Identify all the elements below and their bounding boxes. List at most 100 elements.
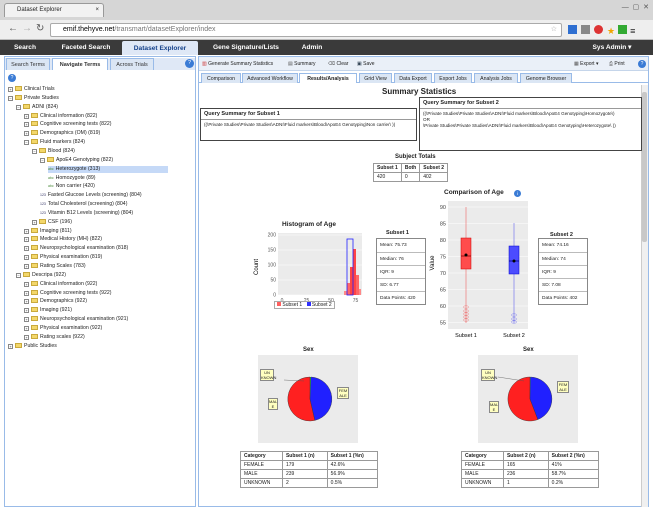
clear-button[interactable]: ⌫ Clear xyxy=(328,60,348,69)
tree-node[interactable]: + Imaging (921) xyxy=(24,307,72,314)
expand-icon[interactable]: + xyxy=(24,325,29,331)
expand-icon[interactable]: + xyxy=(8,343,13,349)
tree-node[interactable]: + Rating Scales (783) xyxy=(24,263,86,270)
tree-node[interactable]: + Neuropsychological examination (921) xyxy=(24,316,128,323)
tree-node[interactable]: 123 Vitamin B12 Levels (screening) (804) xyxy=(40,210,133,217)
reload-icon[interactable]: ↻ xyxy=(36,23,44,34)
tree-node[interactable]: abc Heterozygote (313) xyxy=(48,165,168,173)
back-icon[interactable]: ← xyxy=(8,23,18,34)
tree-node[interactable]: + Clinical information (922) xyxy=(24,280,97,288)
expand-icon[interactable]: + xyxy=(24,131,29,137)
expand-icon[interactable]: + xyxy=(8,87,13,92)
tab-analysis-jobs[interactable]: Analysis Jobs xyxy=(474,73,518,83)
tab-results-analysis[interactable]: Results/Analysis xyxy=(299,73,357,83)
bookmark-star-icon[interactable]: ☆ xyxy=(551,24,557,36)
tree-node[interactable]: − ApoE4 Genotyping (822) xyxy=(40,156,113,164)
tree-node[interactable]: abc Homozygote (89) xyxy=(48,175,95,182)
help-icon-right[interactable]: ? xyxy=(638,60,646,68)
info-icon[interactable]: ? xyxy=(8,74,16,82)
tree-node[interactable]: + Clinical Trials xyxy=(8,86,55,93)
help-icon[interactable]: ? xyxy=(185,59,194,68)
save-button[interactable]: ▣ Save xyxy=(357,60,375,69)
tree-node[interactable]: + Physical examination (922) xyxy=(24,324,102,332)
pie2-label-male: MAL E xyxy=(489,401,499,413)
collapse-icon[interactable]: − xyxy=(8,95,13,101)
tree-node[interactable]: abc Non carrier (420) xyxy=(48,183,95,190)
extension-blue-icon[interactable] xyxy=(568,25,577,34)
expand-icon[interactable]: + xyxy=(24,290,29,296)
tree-node[interactable]: − Fluid markers (824) xyxy=(24,139,85,146)
generate-summary-button[interactable]: ▥ Generate Summary Statistics xyxy=(202,60,273,69)
tab-export-jobs[interactable]: Export Jobs xyxy=(434,73,472,83)
expand-icon[interactable]: + xyxy=(24,264,29,269)
nav-faceted-search[interactable]: Faceted Search xyxy=(50,40,122,55)
collapse-icon[interactable]: − xyxy=(16,104,21,110)
browser-tab[interactable]: Dataset Explorer × xyxy=(4,3,104,17)
tab-comparison[interactable]: Comparison xyxy=(201,73,241,83)
minimize-icon[interactable]: — xyxy=(622,4,629,11)
tree-node[interactable]: + Cognitive screening tests (922) xyxy=(24,289,112,297)
tree-node[interactable]: + CSF (196) xyxy=(32,218,72,226)
tree-node[interactable]: − ADNI (824) xyxy=(16,103,58,111)
expand-icon[interactable]: + xyxy=(24,246,29,252)
tree-node[interactable]: + Clinical information (822) xyxy=(24,112,97,120)
maximize-icon[interactable]: ▢ xyxy=(633,4,640,11)
user-menu[interactable]: Sys Admin ▾ xyxy=(582,40,642,55)
tree-node[interactable]: + Medical History (MH) (822) xyxy=(24,236,102,243)
tree-node[interactable]: + Public Studies xyxy=(8,342,57,350)
tab-data-export[interactable]: Data Export xyxy=(394,73,432,83)
collapse-icon[interactable]: − xyxy=(16,272,21,278)
tree-node[interactable]: − Private Studies xyxy=(8,94,59,102)
scrollbar-thumb[interactable] xyxy=(642,92,647,242)
extension-green-icon[interactable] xyxy=(618,25,628,34)
expand-icon[interactable]: + xyxy=(24,255,29,261)
tree-node[interactable]: 123 Fasted Glucose Levels (screening) (80… xyxy=(40,192,142,199)
nav-admin[interactable]: Admin xyxy=(295,40,329,55)
expand-icon[interactable]: + xyxy=(24,228,29,234)
extension-red-icon[interactable] xyxy=(594,25,603,34)
tab-navigate-terms[interactable]: Navigate Terms xyxy=(52,58,108,70)
tree-node[interactable]: + Neuropsychological examination (818) xyxy=(24,245,128,252)
tree-node[interactable]: − Descripa (922) xyxy=(16,271,66,279)
collapse-icon[interactable]: − xyxy=(40,157,45,163)
tree-node[interactable]: + Demographics (OM) (819) xyxy=(24,130,100,137)
forward-icon[interactable]: → xyxy=(22,23,32,34)
expand-icon[interactable]: + xyxy=(24,308,29,314)
nav-search[interactable]: Search xyxy=(4,40,46,55)
tree-node[interactable]: + Imaging (811) xyxy=(24,227,72,235)
boxplot-ytick: 90 xyxy=(440,205,446,211)
menu-icon[interactable]: ≡ xyxy=(630,26,635,36)
nav-dataset-explorer[interactable]: Dataset Explorer xyxy=(122,41,198,55)
tree-node[interactable]: − Blood (824) xyxy=(32,147,75,155)
collapse-icon[interactable]: − xyxy=(24,140,29,146)
address-bar[interactable]: emif.thehyve.net/transmart/datasetExplor… xyxy=(50,23,562,37)
collapse-icon[interactable]: − xyxy=(32,148,37,154)
expand-icon[interactable]: + xyxy=(32,219,37,225)
expand-icon[interactable]: + xyxy=(24,237,29,243)
tab-across-trials[interactable]: Across Trials xyxy=(110,58,154,70)
tree-node[interactable]: + Physical examination (819) xyxy=(24,254,102,261)
tree-node[interactable]: + Cognitive screening tests (822) xyxy=(24,121,112,128)
tree-node[interactable]: + Demographics (922) xyxy=(24,298,87,305)
print-button[interactable]: ⎙ Print xyxy=(609,60,625,69)
tab-grid-view[interactable]: Grid View xyxy=(359,73,392,83)
extension-star-icon[interactable]: ★ xyxy=(607,26,615,36)
expand-icon[interactable]: + xyxy=(24,317,29,323)
expand-icon[interactable]: + xyxy=(24,334,29,340)
expand-icon[interactable]: + xyxy=(24,113,29,119)
close-window-icon[interactable]: ✕ xyxy=(643,4,649,11)
export-button[interactable]: ▦ Export ▾ xyxy=(574,60,598,69)
tree-node[interactable]: + Rating scales (922) xyxy=(24,333,85,341)
summary-button[interactable]: ▤ Summary xyxy=(288,60,316,69)
boxplot-info-icon[interactable]: i xyxy=(514,190,521,197)
tab-search-terms[interactable]: Search Terms xyxy=(6,58,50,70)
expand-icon[interactable]: + xyxy=(24,299,29,305)
tree-node[interactable]: 123 Total Cholesterol (screening) (804) xyxy=(40,201,127,208)
nav-gene-signature[interactable]: Gene Signature/Lists xyxy=(200,40,292,55)
expand-icon[interactable]: + xyxy=(24,122,29,128)
tab-advanced-workflow[interactable]: Advanced Workflow xyxy=(242,73,298,83)
extension-gray-icon[interactable] xyxy=(581,25,590,34)
tab-genome-browser[interactable]: Genome Browser xyxy=(520,73,572,83)
expand-icon[interactable]: + xyxy=(24,281,29,287)
close-icon[interactable]: × xyxy=(95,4,99,17)
